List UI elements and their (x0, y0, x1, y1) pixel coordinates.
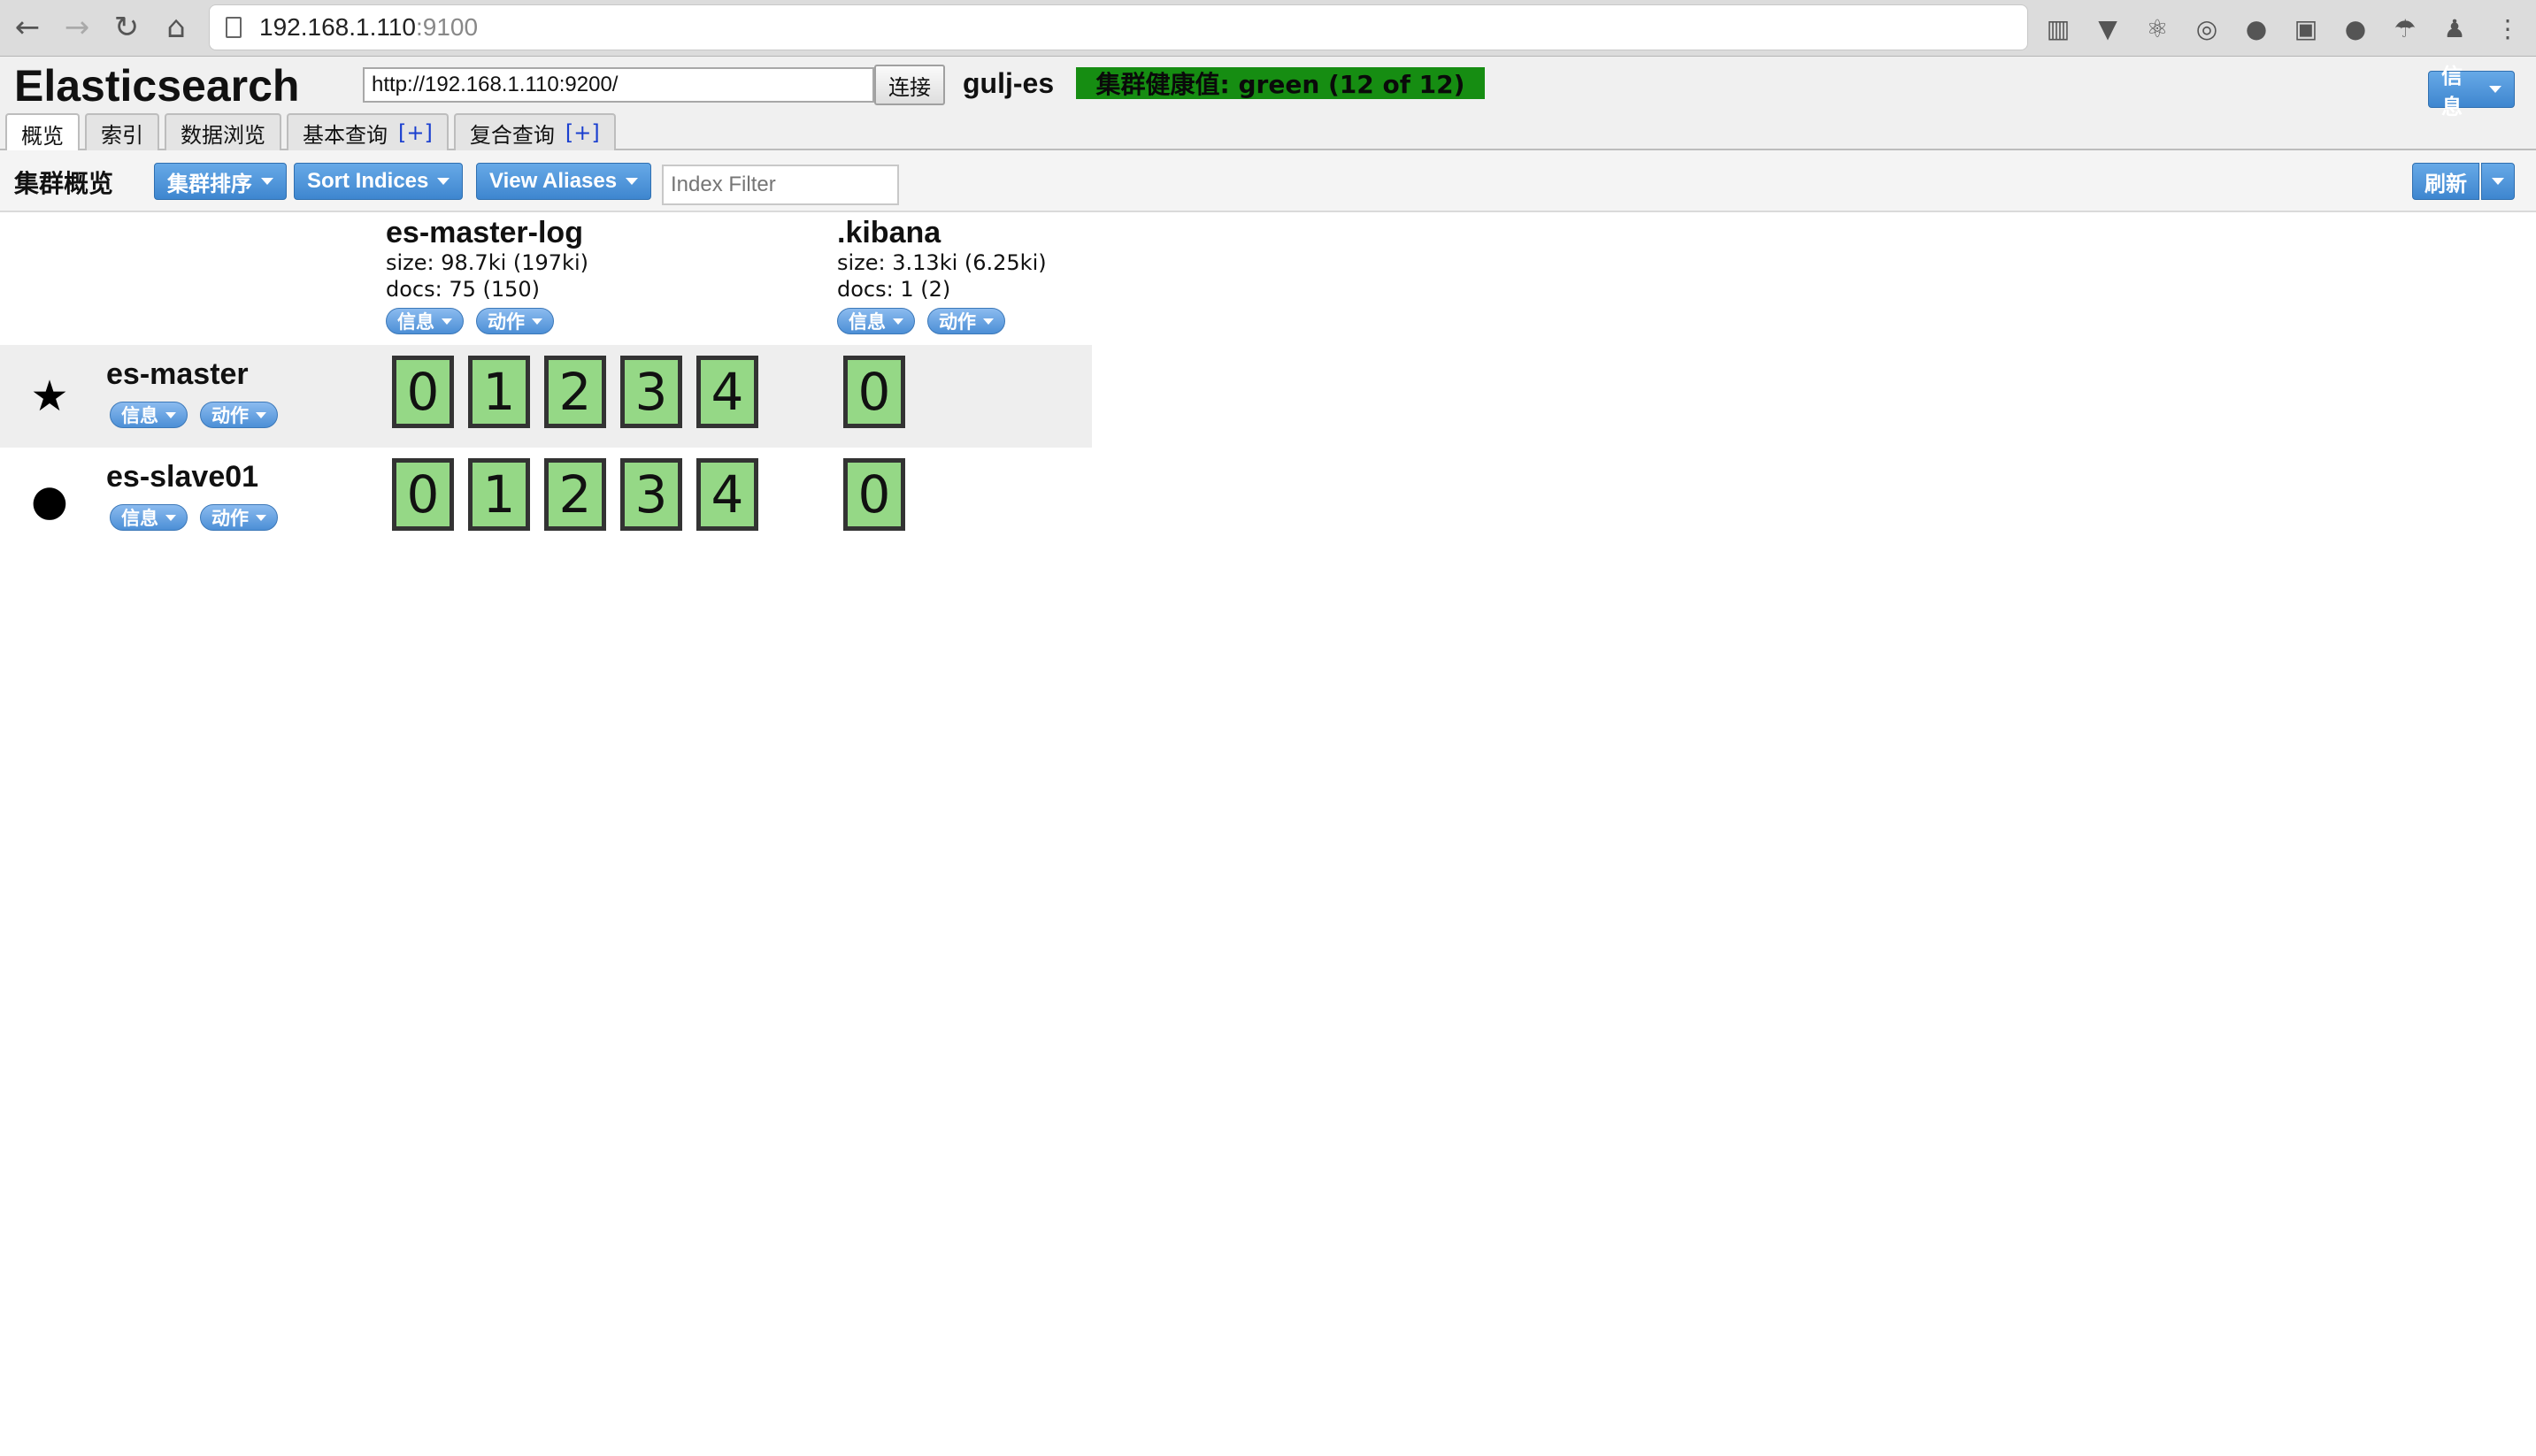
circle-icon: ● (31, 476, 68, 525)
index-header: es-master-log size: 98.7ki (197ki) docs:… (386, 216, 588, 334)
node-row: ★ es-master 信息 动作 0 1 2 3 4 0 (0, 345, 1092, 448)
chevron-down-icon (437, 178, 450, 185)
index-name: .kibana (837, 216, 941, 249)
app-header: Elasticsearch 连接 gulj-es 集群健康值: green (1… (0, 57, 2536, 152)
extension-vue-icon[interactable]: ▼ (2092, 12, 2124, 44)
cluster-sort-dropdown[interactable]: 集群排序 (154, 163, 287, 200)
reload-icon[interactable]: ↻ (106, 7, 147, 48)
tab-basic-query[interactable]: 基本查询 [+] (287, 113, 449, 150)
extension-umbrella-icon[interactable]: ☂ (2389, 12, 2421, 44)
extension-react-icon[interactable]: ⚛ (2141, 12, 2173, 44)
node-action-button[interactable]: 动作 (200, 504, 278, 531)
chevron-down-icon (532, 318, 542, 325)
shard-box[interactable]: 2 (544, 356, 606, 428)
tab-bar: 概览 索引 数据浏览 基本查询 [+] 复合查询 [+] (0, 113, 616, 152)
shard-box[interactable]: 0 (843, 458, 905, 531)
extension-circle-icon[interactable]: ● (2240, 12, 2272, 44)
connect-button[interactable]: 连接 (874, 65, 945, 105)
node-info-button[interactable]: 信息 (110, 402, 188, 428)
chevron-down-icon (893, 318, 903, 325)
add-tab-link[interactable]: [+] (398, 120, 433, 145)
info-menu-label: 信息 (2441, 65, 2463, 119)
shard-box[interactable]: 4 (696, 356, 758, 428)
chevron-down-icon (256, 411, 266, 418)
chevron-down-icon (2492, 178, 2504, 185)
shard-box[interactable]: 0 (392, 356, 454, 428)
forward-icon[interactable]: → (57, 7, 97, 48)
index-action-button[interactable]: 动作 (476, 308, 554, 334)
chevron-down-icon (2489, 86, 2501, 93)
menu-icon[interactable]: ⋮ (2492, 12, 2524, 44)
index-filter-input[interactable] (662, 165, 899, 205)
shard-box[interactable]: 4 (696, 458, 758, 531)
cluster-health-badge: 集群健康值: green (12 of 12) (1076, 67, 1485, 99)
page-title: 集群概览 (14, 169, 114, 198)
index-info-button[interactable]: 信息 (837, 308, 915, 334)
extension-green-dot-icon[interactable]: ● (2340, 12, 2371, 44)
node-info-button[interactable]: 信息 (110, 504, 188, 531)
chevron-down-icon (256, 514, 266, 521)
browser-toolbar: ← → ↻ ⌂ 192.168.1.110:9100 ▥ ▼ ⚛ ◎ ● ▣ ●… (0, 0, 2536, 57)
node-name: es-slave01 (106, 460, 259, 494)
refresh-options-button[interactable] (2481, 163, 2515, 200)
extension-person-icon[interactable]: ♟ (2439, 12, 2471, 44)
view-aliases-dropdown[interactable]: View Aliases (476, 163, 652, 200)
chevron-down-icon (442, 318, 452, 325)
index-info-button[interactable]: 信息 (386, 308, 464, 334)
shard-box[interactable]: 2 (544, 458, 606, 531)
node-name: es-master (106, 357, 249, 391)
add-tab-link[interactable]: [+] (565, 120, 600, 145)
sort-indices-dropdown[interactable]: Sort Indices (294, 163, 464, 200)
home-icon[interactable]: ⌂ (156, 7, 196, 48)
refresh-button[interactable]: 刷新 (2412, 163, 2479, 200)
shard-box[interactable]: 0 (392, 458, 454, 531)
chevron-down-icon (165, 514, 176, 521)
index-docs: docs: 75 (150) (386, 277, 541, 302)
cluster-name: gulj-es (963, 67, 1055, 99)
extension-glasses-icon[interactable]: ▣ (2290, 12, 2322, 44)
info-menu-button[interactable]: 信息 (2428, 65, 2515, 119)
star-icon: ★ (30, 372, 69, 421)
index-name: es-master-log (386, 216, 583, 249)
overview-toolbar: 集群概览 集群排序 Sort Indices View Aliases 刷新 (0, 150, 2536, 212)
index-header: .kibana size: 3.13ki (6.25ki) docs: 1 (2… (837, 216, 1047, 334)
shard-box[interactable]: 3 (620, 356, 682, 428)
page-icon (226, 17, 242, 38)
address-url: 192.168.1.110:9100 (259, 13, 479, 41)
index-size: size: 3.13ki (6.25ki) (837, 250, 1047, 275)
shard-box[interactable]: 0 (843, 356, 905, 428)
extension-sync-icon[interactable]: ◎ (2191, 12, 2223, 44)
shard-box[interactable]: 1 (468, 356, 530, 428)
app-title: Elasticsearch (14, 61, 300, 111)
shard-box[interactable]: 1 (468, 458, 530, 531)
address-bar[interactable]: 192.168.1.110:9100 (209, 4, 2028, 50)
tab-data-browse[interactable]: 数据浏览 (165, 113, 281, 150)
extension-layout-icon[interactable]: ▥ (2042, 12, 2074, 44)
node-row: ● es-slave01 信息 动作 0 1 2 3 4 0 (0, 448, 1092, 550)
chevron-down-icon (261, 178, 273, 185)
tab-compound-query[interactable]: 复合查询 [+] (453, 113, 616, 150)
node-action-button[interactable]: 动作 (200, 402, 278, 428)
chevron-down-icon (983, 318, 994, 325)
chevron-down-icon (626, 178, 639, 185)
shard-box[interactable]: 3 (620, 458, 682, 531)
chevron-down-icon (165, 411, 176, 418)
index-action-button[interactable]: 动作 (927, 308, 1005, 334)
connect-url-input[interactable] (363, 67, 874, 103)
tab-overview[interactable]: 概览 (5, 113, 80, 152)
tab-indices[interactable]: 索引 (85, 113, 159, 150)
back-icon[interactable]: ← (7, 7, 48, 48)
index-size: size: 98.7ki (197ki) (386, 250, 588, 275)
index-docs: docs: 1 (2) (837, 277, 951, 302)
